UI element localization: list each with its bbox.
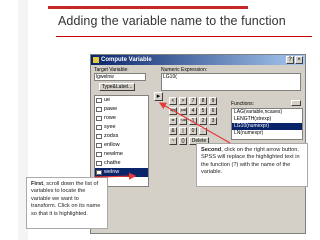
- arrow-to-highlighted-variable: [94, 172, 137, 180]
- arrow-to-move-button: [158, 102, 231, 144]
- callout-arrows: [94, 102, 231, 180]
